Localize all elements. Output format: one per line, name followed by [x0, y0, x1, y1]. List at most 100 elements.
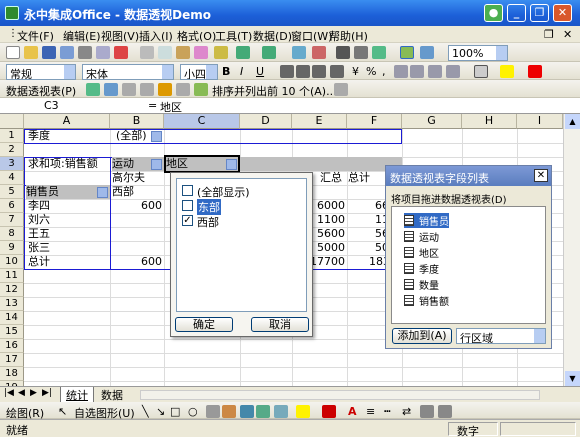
row-header[interactable]: 12 — [0, 283, 24, 297]
line-color-icon[interactable] — [322, 405, 336, 418]
row-header[interactable]: 9 — [0, 241, 24, 255]
cell-b6[interactable]: 600 — [110, 199, 162, 213]
undo-icon[interactable] — [236, 46, 250, 59]
menu-file[interactable]: 文件(F) — [17, 28, 54, 44]
style-select[interactable]: 常规 — [6, 64, 76, 80]
save-icon[interactable] — [42, 46, 56, 59]
cell-a6[interactable]: 李四 — [28, 199, 50, 213]
checkbox-show-all[interactable] — [182, 185, 193, 196]
sort-asc-icon[interactable] — [372, 46, 386, 59]
row-header[interactable]: 7 — [0, 213, 24, 227]
row-header[interactable]: 6 — [0, 199, 24, 213]
cell-b5[interactable]: 西部 — [112, 185, 134, 199]
brush-icon[interactable] — [214, 46, 228, 59]
field-item[interactable]: 销售额 — [404, 293, 449, 308]
3d-icon[interactable] — [438, 405, 452, 418]
picture-icon[interactable] — [274, 405, 288, 418]
tab-first-icon[interactable]: |◀ — [4, 388, 14, 398]
row-header[interactable]: 1 — [0, 129, 24, 143]
row-header[interactable]: 14 — [0, 311, 24, 325]
pivot-format-icon[interactable] — [86, 83, 100, 96]
rectangle-icon[interactable]: □ — [170, 405, 180, 418]
align-right-icon[interactable] — [312, 65, 326, 78]
row-header[interactable]: 4 — [0, 171, 24, 185]
doc-restore-icon[interactable]: ❐ — [544, 28, 554, 41]
row-header[interactable]: 16 — [0, 339, 24, 353]
refresh-icon[interactable] — [158, 83, 172, 96]
vertical-scrollbar[interactable]: ▲ ▼ — [563, 114, 580, 386]
tab-last-icon[interactable]: ▶| — [42, 388, 52, 398]
pivot-menu-button[interactable]: 数据透视表(P) — [6, 83, 76, 99]
merge-center-icon[interactable] — [330, 65, 344, 78]
font-size-select[interactable]: 小四 — [180, 64, 218, 80]
field-item[interactable]: 销售员 — [404, 213, 449, 228]
menu-help[interactable]: 帮助(H) — [329, 28, 368, 44]
hide-detail-icon[interactable] — [122, 83, 136, 96]
comma-button[interactable]: , — [382, 65, 386, 78]
menu-data[interactable]: 数据(D) — [253, 28, 292, 44]
field-item[interactable]: 地区 — [404, 245, 439, 260]
paste-icon[interactable] — [176, 46, 190, 59]
arrow-icon[interactable]: ↘ — [156, 405, 165, 418]
row-header[interactable]: 11 — [0, 269, 24, 283]
format-painter-icon[interactable] — [194, 46, 208, 59]
new-icon[interactable] — [6, 46, 20, 59]
bold-button[interactable]: B — [222, 65, 230, 78]
cancel-button[interactable]: 取消 — [251, 317, 309, 332]
wordart-icon[interactable] — [222, 405, 236, 418]
copy-icon[interactable] — [158, 46, 172, 59]
row-header[interactable]: 10 — [0, 255, 24, 269]
cell-a1[interactable]: 季度 — [28, 129, 50, 143]
email-icon[interactable] — [60, 46, 74, 59]
arrow-style-icon[interactable]: ⇄ — [402, 405, 411, 418]
diagram-icon[interactable] — [240, 405, 254, 418]
restore-icon[interactable]: ❐ — [530, 4, 549, 22]
column-header-h[interactable]: H — [462, 114, 517, 129]
dropdown-arrow-icon[interactable] — [151, 159, 162, 170]
menu-tools[interactable]: 工具(T) — [215, 28, 252, 44]
fill-bucket-icon[interactable] — [296, 405, 310, 418]
minimize-icon[interactable]: _ — [507, 4, 526, 22]
decrease-decimal-icon[interactable] — [410, 65, 424, 78]
fill-color-icon[interactable] — [500, 65, 514, 78]
align-center-icon[interactable] — [296, 65, 310, 78]
sheet-tab-data[interactable]: 数据 — [96, 387, 128, 403]
column-header-c[interactable]: C — [164, 114, 240, 129]
row-header[interactable]: 13 — [0, 297, 24, 311]
column-header-f[interactable]: F — [347, 114, 402, 129]
horizontal-scrollbar[interactable] — [140, 390, 540, 400]
open-icon[interactable] — [24, 46, 38, 59]
function-icon[interactable] — [354, 46, 368, 59]
column-header-g[interactable]: G — [402, 114, 462, 129]
dropdown-arrow-icon[interactable] — [226, 159, 237, 170]
print-preview-icon[interactable] — [96, 46, 110, 59]
ok-button[interactable]: 确定 — [175, 317, 233, 332]
row-header[interactable]: 2 — [0, 143, 24, 157]
print-icon[interactable] — [78, 46, 92, 59]
row-header[interactable]: 18 — [0, 367, 24, 381]
cell-b4[interactable]: 高尔夫 — [112, 171, 145, 185]
scroll-down-icon[interactable]: ▼ — [565, 371, 580, 386]
checkbox-east[interactable] — [182, 200, 193, 211]
doc-close-icon[interactable]: ✕ — [563, 28, 572, 41]
formula-input[interactable]: 地区 — [160, 99, 182, 115]
dropdown-arrow-icon[interactable] — [97, 187, 108, 198]
align-left-icon[interactable] — [280, 65, 294, 78]
hyperlink-icon[interactable] — [292, 46, 306, 59]
underline-button[interactable]: U — [256, 65, 264, 78]
name-box[interactable]: C3 — [4, 99, 124, 113]
textbox-icon[interactable] — [206, 405, 220, 418]
row-header[interactable]: 5 — [0, 185, 24, 199]
sum-icon[interactable] — [336, 46, 350, 59]
orb-button[interactable]: ● — [484, 4, 503, 22]
borders-icon[interactable] — [474, 65, 488, 78]
menu-insert[interactable]: 插入(I) — [139, 28, 173, 44]
tab-prev-icon[interactable]: ◀ — [18, 388, 25, 398]
decrease-indent-icon[interactable] — [428, 65, 442, 78]
cell-a7[interactable]: 刘六 — [28, 213, 50, 227]
percent-button[interactable]: % — [366, 65, 376, 78]
cell-f4[interactable]: 总计 — [348, 171, 370, 185]
tab-next-icon[interactable]: ▶ — [30, 388, 37, 398]
text-color-icon[interactable]: A — [348, 405, 357, 418]
dropdown-arrow-icon[interactable] — [151, 131, 162, 142]
